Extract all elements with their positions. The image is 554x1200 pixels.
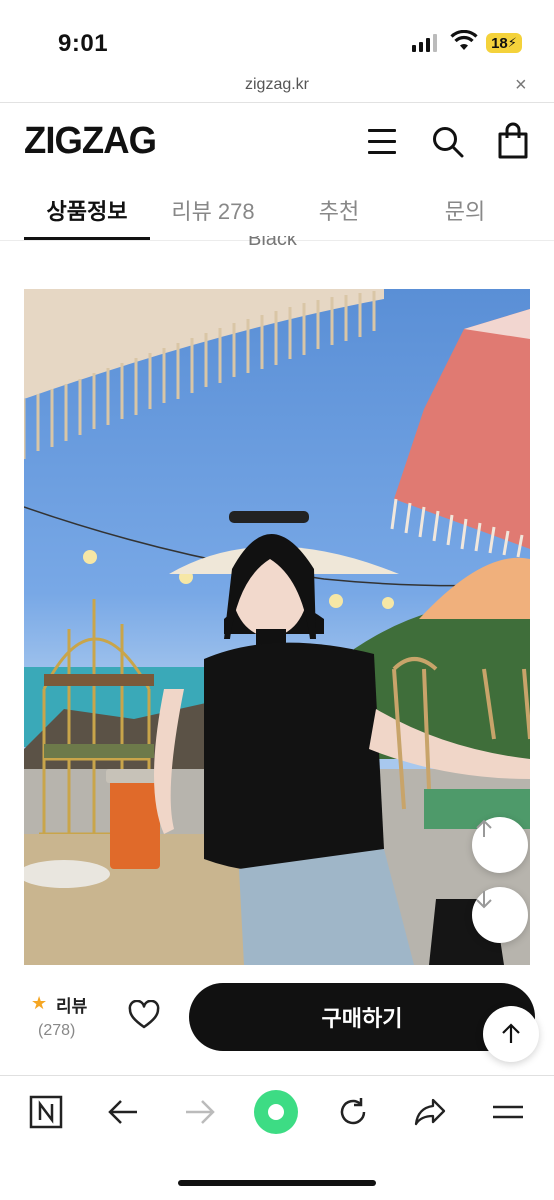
cellular-signal-icon bbox=[412, 34, 437, 52]
refresh-icon[interactable] bbox=[333, 1092, 373, 1132]
arrow-down-icon bbox=[476, 891, 492, 909]
tab-reviews[interactable]: 리뷰 278 bbox=[150, 194, 276, 226]
charging-icon: ⚡ bbox=[507, 35, 517, 50]
heart-icon[interactable] bbox=[128, 1000, 160, 1030]
share-icon[interactable] bbox=[410, 1092, 450, 1132]
menu-icon[interactable] bbox=[368, 129, 396, 155]
product-photo[interactable] bbox=[24, 289, 530, 965]
review-label[interactable]: 리뷰 bbox=[56, 992, 87, 1017]
zigzag-logo[interactable]: ZIGZAG bbox=[24, 120, 157, 163]
scroll-down-button[interactable] bbox=[472, 887, 528, 943]
search-icon[interactable] bbox=[431, 125, 465, 159]
record-dot-icon bbox=[268, 1104, 284, 1120]
menu-icon[interactable] bbox=[488, 1092, 528, 1132]
scroll-to-top-button[interactable] bbox=[483, 1006, 539, 1062]
arrow-up-icon bbox=[502, 1023, 520, 1043]
home-indicator bbox=[178, 1180, 376, 1186]
status-time: 9:01 bbox=[58, 30, 109, 57]
star-icon: ★ bbox=[31, 993, 48, 1013]
shopping-bag-icon[interactable] bbox=[496, 122, 530, 160]
record-button[interactable] bbox=[254, 1090, 298, 1134]
back-arrow-icon[interactable] bbox=[103, 1092, 143, 1132]
review-count[interactable]: (278) bbox=[38, 1022, 75, 1040]
battery-level: 18 bbox=[491, 34, 508, 52]
divider bbox=[0, 1075, 554, 1076]
wifi-icon bbox=[450, 30, 478, 50]
naver-n-icon[interactable] bbox=[26, 1092, 66, 1132]
forward-arrow-icon[interactable] bbox=[180, 1092, 220, 1132]
arrow-up-icon bbox=[476, 819, 492, 837]
color-option-text: Black bbox=[248, 228, 297, 250]
close-icon[interactable]: × bbox=[515, 74, 527, 97]
tab-product-info[interactable]: 상품정보 bbox=[24, 194, 150, 226]
scroll-up-button[interactable] bbox=[472, 817, 528, 873]
tab-recommend[interactable]: 추천 bbox=[276, 194, 402, 226]
address-bar[interactable]: zigzag.kr bbox=[0, 76, 554, 94]
battery-indicator: 18 ⚡ bbox=[486, 33, 522, 53]
divider bbox=[0, 102, 554, 103]
tab-inquiry[interactable]: 문의 bbox=[402, 194, 528, 226]
